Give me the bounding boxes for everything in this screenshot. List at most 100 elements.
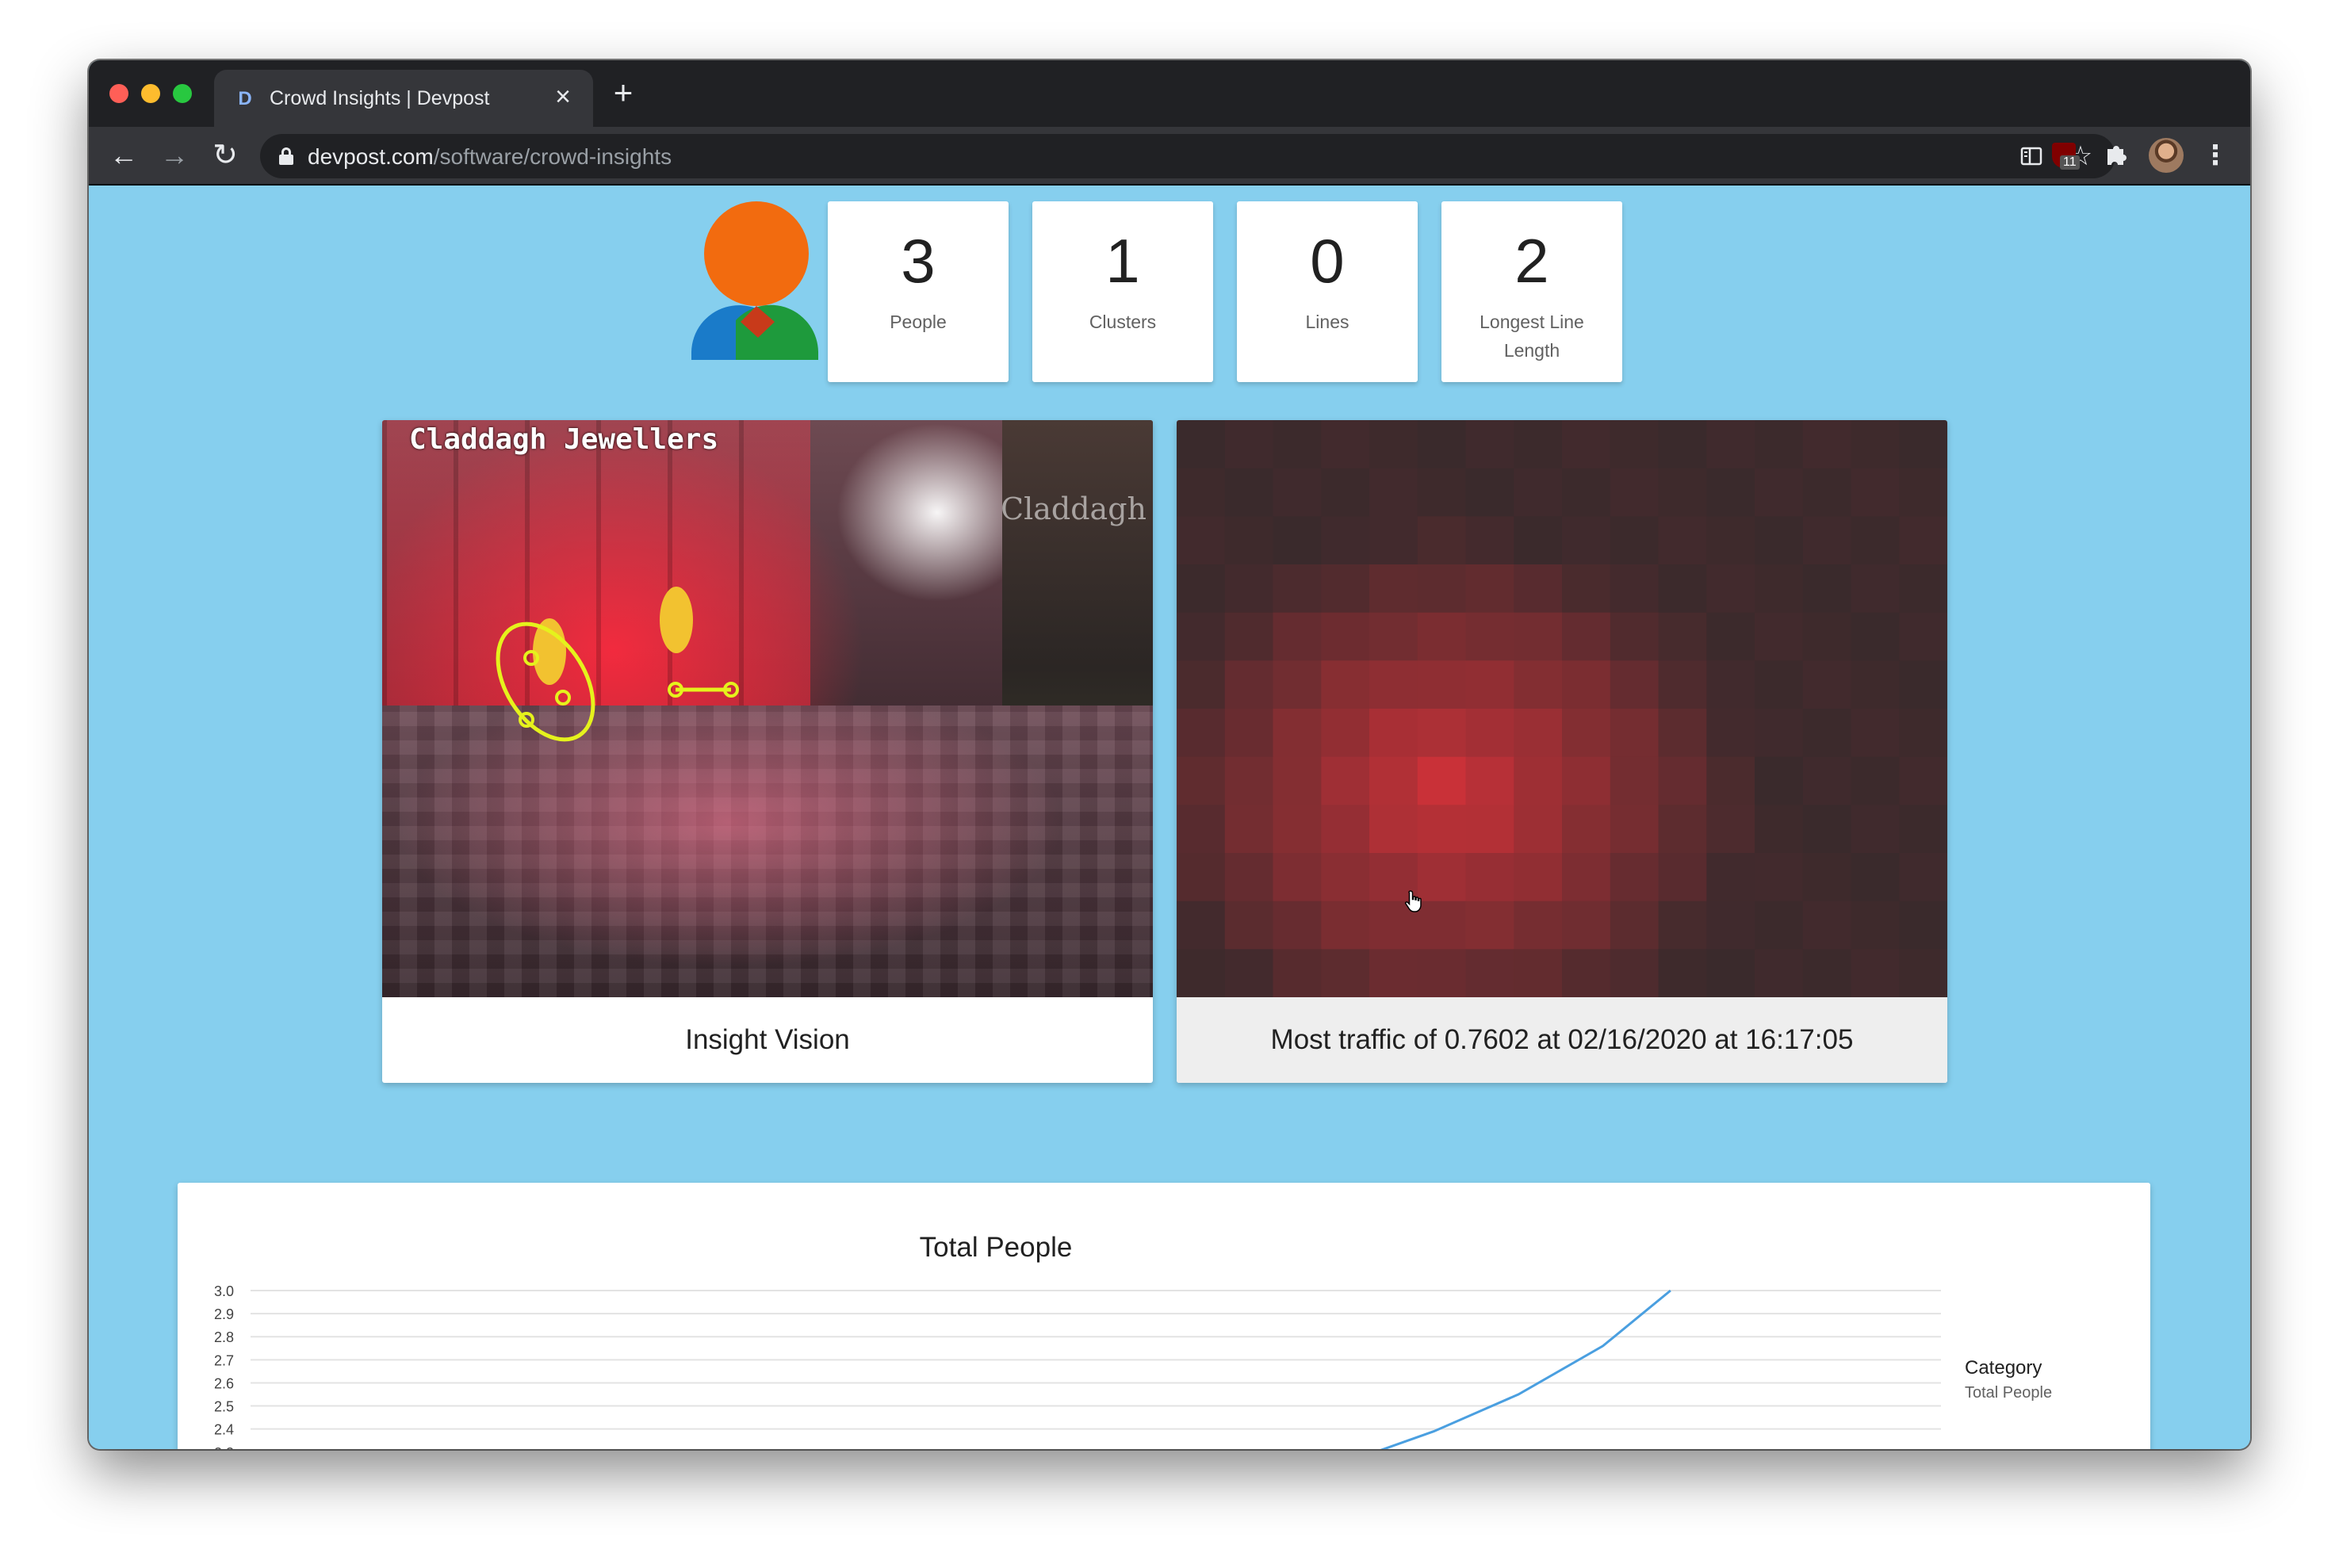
puzzle-icon[interactable] bbox=[2098, 138, 2133, 173]
back-arrow-icon[interactable]: ← bbox=[106, 138, 141, 173]
stat-label: Clusters bbox=[1089, 312, 1157, 332]
heatmap-cell bbox=[1177, 901, 1226, 950]
close-window-button[interactable] bbox=[109, 84, 128, 103]
heatmap-cell bbox=[1706, 709, 1755, 758]
heatmap-cell bbox=[1465, 805, 1514, 854]
heatmap-cell bbox=[1899, 901, 1947, 950]
heatmap-cell bbox=[1177, 564, 1226, 614]
address-bar[interactable]: devpost.com/software/crowd-insights ☆ bbox=[260, 134, 2115, 178]
heatmap-cell bbox=[1851, 468, 1900, 517]
url-host: devpost.com bbox=[308, 144, 434, 169]
heatmap-cell bbox=[1706, 901, 1755, 950]
heatmap-cell bbox=[1273, 612, 1322, 661]
heatmap-cell bbox=[1658, 901, 1707, 950]
heatmap-cell bbox=[1224, 612, 1274, 661]
heatmap-cell bbox=[1658, 468, 1707, 517]
legend-item-total-people[interactable]: Total People bbox=[1965, 1384, 2052, 1402]
heatmap-cell bbox=[1658, 660, 1707, 709]
heatmap-cell bbox=[1658, 709, 1707, 758]
heatmap-cell bbox=[1658, 564, 1707, 614]
heatmap-cell bbox=[1224, 901, 1274, 950]
heatmap-cell bbox=[1899, 853, 1947, 902]
tab-close-icon[interactable]: × bbox=[550, 83, 576, 110]
new-tab-button[interactable]: + bbox=[607, 76, 639, 109]
heatmap-cell bbox=[1177, 468, 1226, 517]
heatmap-cell bbox=[1851, 516, 1900, 565]
heatmap-cell bbox=[1802, 901, 1852, 950]
traffic-heatmap bbox=[1177, 420, 1947, 997]
heatmap-cell bbox=[1514, 660, 1563, 709]
stat-value: 2 bbox=[1514, 226, 1549, 296]
stat-label: Lines bbox=[1305, 312, 1349, 332]
crowd-insights-logo bbox=[691, 201, 818, 360]
heatmap-cell bbox=[1562, 709, 1611, 758]
heatmap-cell bbox=[1224, 660, 1274, 709]
stat-label: People bbox=[890, 312, 947, 332]
heatmap-cell bbox=[1369, 612, 1418, 661]
heatmap-cell bbox=[1610, 468, 1660, 517]
heatmap-cell bbox=[1802, 564, 1852, 614]
heatmap-cell bbox=[1802, 853, 1852, 902]
heatmap-cell bbox=[1562, 564, 1611, 614]
heatmap-cell bbox=[1273, 468, 1322, 517]
heatmap-cell bbox=[1321, 709, 1370, 758]
heatmap-cell bbox=[1224, 709, 1274, 758]
forward-arrow-icon[interactable]: → bbox=[157, 138, 192, 173]
heatmap-cell bbox=[1658, 805, 1707, 854]
heatmap-cell bbox=[1417, 805, 1467, 854]
heatmap-cell bbox=[1802, 420, 1852, 469]
heatmap-cell bbox=[1177, 853, 1226, 902]
heatmap-cell bbox=[1899, 756, 1947, 805]
heatmap-cell bbox=[1706, 612, 1755, 661]
heatmap-cell bbox=[1177, 420, 1226, 469]
heatmap-cell bbox=[1369, 949, 1418, 997]
detection-overlay bbox=[496, 621, 739, 742]
reader-mode-icon[interactable] bbox=[2016, 140, 2047, 172]
heatmap-cell bbox=[1321, 564, 1370, 614]
heatmap-cell bbox=[1562, 612, 1611, 661]
heatmap-cell bbox=[1706, 468, 1755, 517]
heatmap-cell bbox=[1417, 420, 1467, 469]
heatmap-cell bbox=[1514, 468, 1563, 517]
kebab-menu-icon[interactable]: ⋮ bbox=[2198, 138, 2233, 173]
heatmap-cell bbox=[1562, 949, 1611, 997]
avatar[interactable] bbox=[2149, 138, 2184, 173]
reload-icon[interactable]: ↻ bbox=[208, 138, 243, 173]
y-tick-label: 2.6 bbox=[214, 1375, 234, 1391]
heatmap-cell bbox=[1514, 420, 1563, 469]
y-tick-label: 2.8 bbox=[214, 1329, 234, 1345]
heatmap-cell bbox=[1706, 516, 1755, 565]
minimize-window-button[interactable] bbox=[141, 84, 160, 103]
heatmap-cell bbox=[1755, 709, 1804, 758]
ublock-icon[interactable]: 11 bbox=[2047, 138, 2082, 173]
stat-card-people: 3 People bbox=[828, 201, 1009, 382]
heatmap-cell bbox=[1562, 756, 1611, 805]
heatmap-cell bbox=[1658, 949, 1707, 997]
tab-bar: D Crowd Insights | Devpost × + bbox=[89, 60, 2250, 127]
heatmap-cell bbox=[1851, 612, 1900, 661]
person-marker bbox=[555, 690, 571, 706]
heatmap-cell bbox=[1851, 564, 1900, 614]
heatmap-cell bbox=[1755, 420, 1804, 469]
heatmap-cell bbox=[1802, 660, 1852, 709]
cluster-ellipse bbox=[496, 621, 595, 742]
heatmap-cell bbox=[1224, 564, 1274, 614]
lock-icon[interactable] bbox=[279, 147, 293, 165]
heatmap-cell bbox=[1465, 564, 1514, 614]
heatmap-cell bbox=[1658, 612, 1707, 661]
stat-value: 3 bbox=[901, 226, 936, 296]
y-tick-label: 2.4 bbox=[214, 1422, 234, 1438]
total-people-chart: 3.02.92.82.72.62.52.42.32.22.1 bbox=[214, 1283, 1941, 1449]
heatmap-cell bbox=[1273, 709, 1322, 758]
heatmap-cell bbox=[1321, 468, 1370, 517]
heatmap-cell bbox=[1851, 709, 1900, 758]
heatmap-cell bbox=[1755, 901, 1804, 950]
heatmap-cell bbox=[1610, 709, 1660, 758]
heatmap-cell bbox=[1321, 516, 1370, 565]
url-text[interactable]: devpost.com/software/crowd-insights bbox=[308, 144, 672, 170]
heatmap-cell bbox=[1610, 516, 1660, 565]
browser-tab[interactable]: D Crowd Insights | Devpost × bbox=[214, 70, 593, 127]
browser-window: D Crowd Insights | Devpost × + ← → ↻ dev… bbox=[89, 60, 2250, 1449]
maximize-window-button[interactable] bbox=[173, 84, 192, 103]
heatmap-cell bbox=[1658, 516, 1707, 565]
